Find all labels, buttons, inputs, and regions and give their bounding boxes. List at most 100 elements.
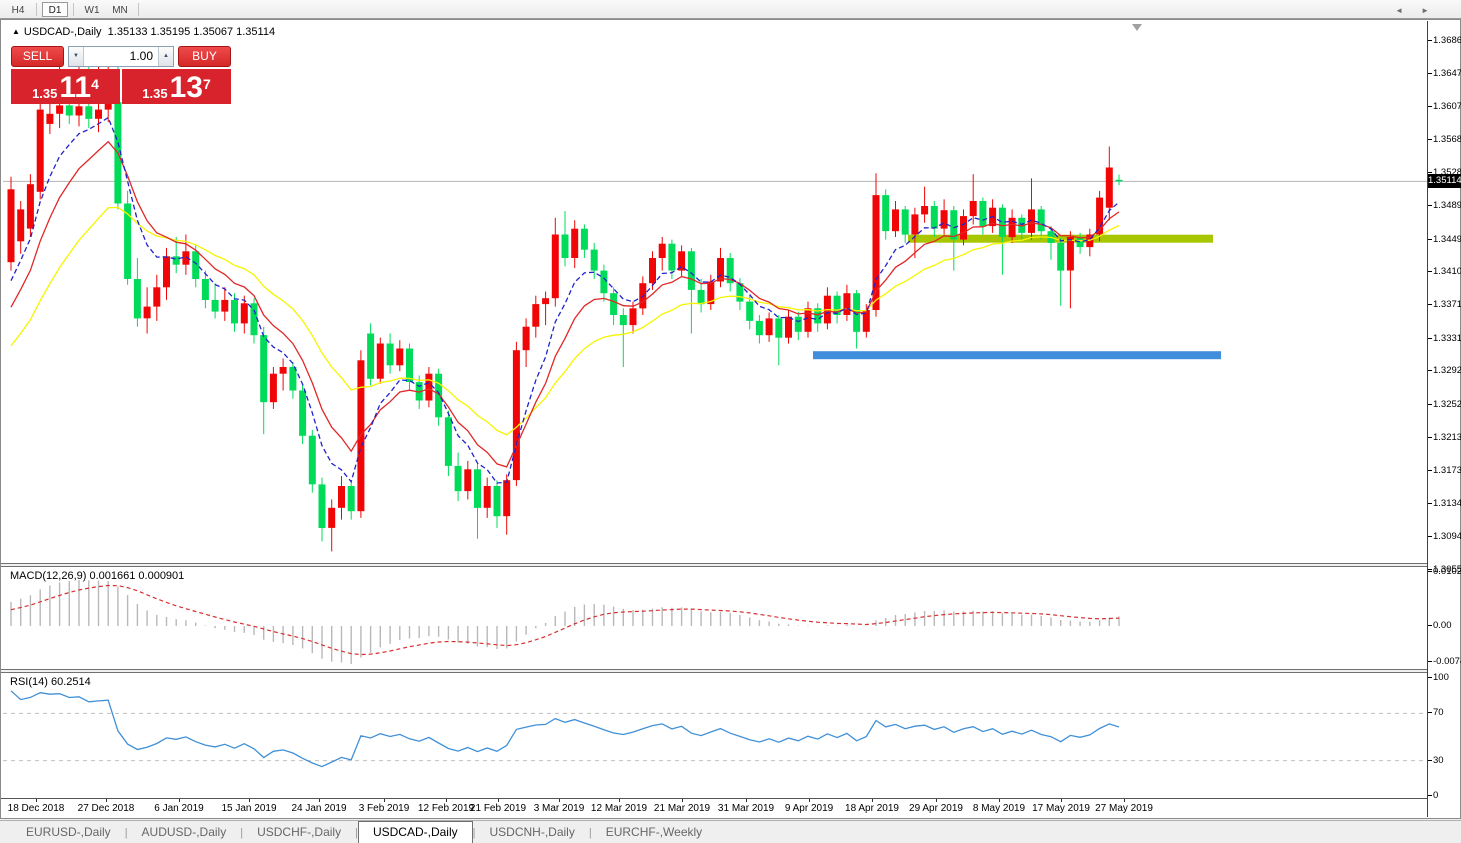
candle xyxy=(600,265,607,302)
candle xyxy=(649,251,656,290)
sell-quote-box[interactable]: 1.35 11 4 xyxy=(11,69,120,104)
support-blue[interactable] xyxy=(813,351,1221,359)
macd-axis-label: 0.010229 xyxy=(1433,566,1461,577)
sell-button[interactable]: SELL xyxy=(11,46,64,67)
macd-axis-label: -0.00747 xyxy=(1433,656,1461,667)
price-axis-label: 1.33710 xyxy=(1433,299,1461,310)
sell-price-point: 4 xyxy=(91,69,99,99)
candle xyxy=(523,318,530,367)
axis-tick xyxy=(1428,470,1432,471)
price-axis-label: 1.34490 xyxy=(1433,234,1461,245)
candle xyxy=(513,342,520,486)
axis-tick xyxy=(1428,271,1432,272)
candle xyxy=(8,177,15,271)
candle xyxy=(1116,175,1123,186)
date-axis-label: 12 Mar 2019 xyxy=(591,803,647,814)
macd-indicator-pane[interactable]: MACD(12,26,9) 0.001661 0.000901 xyxy=(3,567,1429,669)
timeframe-button-d1[interactable]: D1 xyxy=(42,2,68,17)
date-axis-label: 21 Mar 2019 xyxy=(654,803,710,814)
axis-tick xyxy=(1428,536,1432,537)
chart-shift-marker-icon[interactable] xyxy=(1132,24,1142,31)
candle xyxy=(552,218,559,307)
candle xyxy=(571,220,578,268)
timeframe-button-mn[interactable]: MN xyxy=(107,2,133,17)
collapse-arrow-icon[interactable]: ▲ xyxy=(12,27,20,36)
candle xyxy=(941,199,948,234)
axis-tick xyxy=(1428,625,1432,626)
date-tick xyxy=(384,799,385,802)
moving-average-line[interactable] xyxy=(11,142,1119,467)
candle xyxy=(581,225,588,259)
date-tick xyxy=(872,799,873,802)
date-axis-label: 12 Feb 2019 xyxy=(418,803,474,814)
tab-scroll-right-icon[interactable]: ► xyxy=(1421,6,1447,15)
date-tick xyxy=(179,799,180,802)
chart-tab-usdcad[interactable]: USDCAD-,Daily xyxy=(358,821,473,843)
candle xyxy=(1096,191,1103,241)
chart-tab-audusd[interactable]: AUDUSD-,Daily xyxy=(128,823,241,843)
chart-tab-usdchf[interactable]: USDCHF-,Daily xyxy=(243,823,355,843)
price-axis-label: 1.31340 xyxy=(1433,498,1461,509)
candle xyxy=(37,101,44,199)
date-axis-label: 18 Dec 2018 xyxy=(8,803,65,814)
timeframe-toolbar: H4 D1 W1MN xyxy=(0,0,1461,19)
toolbar-separator xyxy=(138,3,139,16)
candle xyxy=(591,243,598,279)
chart-symbol-label: USDCAD-,Daily xyxy=(24,26,102,38)
candle xyxy=(882,189,889,239)
toolbar-separator xyxy=(36,3,37,16)
candle xyxy=(863,304,870,338)
candle xyxy=(921,187,928,223)
axis-tick xyxy=(1428,661,1432,662)
date-axis-label: 3 Mar 2019 xyxy=(534,803,585,814)
rsi-chart[interactable] xyxy=(3,673,1429,798)
candle xyxy=(620,308,627,367)
volume-increase-icon[interactable]: ▲ xyxy=(158,47,173,66)
candle xyxy=(17,201,24,254)
time-axis[interactable]: 18 Dec 201827 Dec 20186 Jan 201915 Jan 2… xyxy=(3,799,1427,818)
candle xyxy=(221,287,228,321)
candle xyxy=(1067,231,1074,308)
moving-average-line[interactable] xyxy=(11,118,1119,483)
volume-decrease-icon[interactable]: ▼ xyxy=(69,47,84,66)
price-chart-pane[interactable]: ▲USDCAD-,Daily 1.35133 1.35195 1.35067 1… xyxy=(3,21,1429,563)
volume-input[interactable]: 1.00 xyxy=(84,47,158,66)
buy-quote-box[interactable]: 1.35 13 7 xyxy=(122,69,231,104)
price-axis[interactable]: 1.368601.364701.360701.356801.352801.348… xyxy=(1427,21,1460,817)
current-price-badge: 1.35114 xyxy=(1428,174,1461,188)
date-axis-label: 31 Mar 2019 xyxy=(718,803,774,814)
candle xyxy=(455,453,462,502)
price-axis-label: 1.34100 xyxy=(1433,266,1461,277)
chart-tab-eurchf[interactable]: EURCHF-,Weekly xyxy=(592,823,716,843)
date-tick xyxy=(1061,799,1062,802)
price-axis-label: 1.32920 xyxy=(1433,365,1461,376)
candle xyxy=(241,296,248,334)
axis-tick xyxy=(1428,338,1432,339)
axis-tick xyxy=(1428,205,1432,206)
candle xyxy=(834,292,841,324)
date-axis-label: 9 Apr 2019 xyxy=(785,803,833,814)
buy-button[interactable]: BUY xyxy=(178,46,231,67)
chart-tab-eurusd[interactable]: EURUSD-,Daily xyxy=(12,823,125,843)
axis-tick xyxy=(1428,370,1432,371)
axis-tick xyxy=(1428,503,1432,504)
date-axis-label: 27 Dec 2018 xyxy=(78,803,135,814)
tab-scroll-left-icon[interactable]: ◄ xyxy=(1395,6,1421,15)
timeframe-button-h4[interactable]: H4 xyxy=(5,2,31,17)
candle xyxy=(464,461,471,500)
date-axis-label: 29 Apr 2019 xyxy=(909,803,963,814)
candle xyxy=(1086,229,1093,257)
buy-price-point: 7 xyxy=(203,69,211,99)
macd-chart[interactable] xyxy=(3,567,1429,669)
date-tick xyxy=(619,799,620,802)
chart-tab-usdcnh[interactable]: USDCNH-,Daily xyxy=(476,823,589,843)
volume-spinner: ▼ 1.00 ▲ xyxy=(68,46,174,67)
candle xyxy=(766,313,773,342)
candle xyxy=(1057,238,1064,306)
candle xyxy=(824,287,831,329)
price-axis-label: 1.34890 xyxy=(1433,200,1461,211)
rsi-indicator-pane[interactable]: RSI(14) 60.2514 xyxy=(3,673,1429,798)
price-axis-label: 1.30940 xyxy=(1433,531,1461,542)
timeframe-button-w1[interactable]: W1 xyxy=(79,2,105,17)
candle xyxy=(532,296,539,338)
